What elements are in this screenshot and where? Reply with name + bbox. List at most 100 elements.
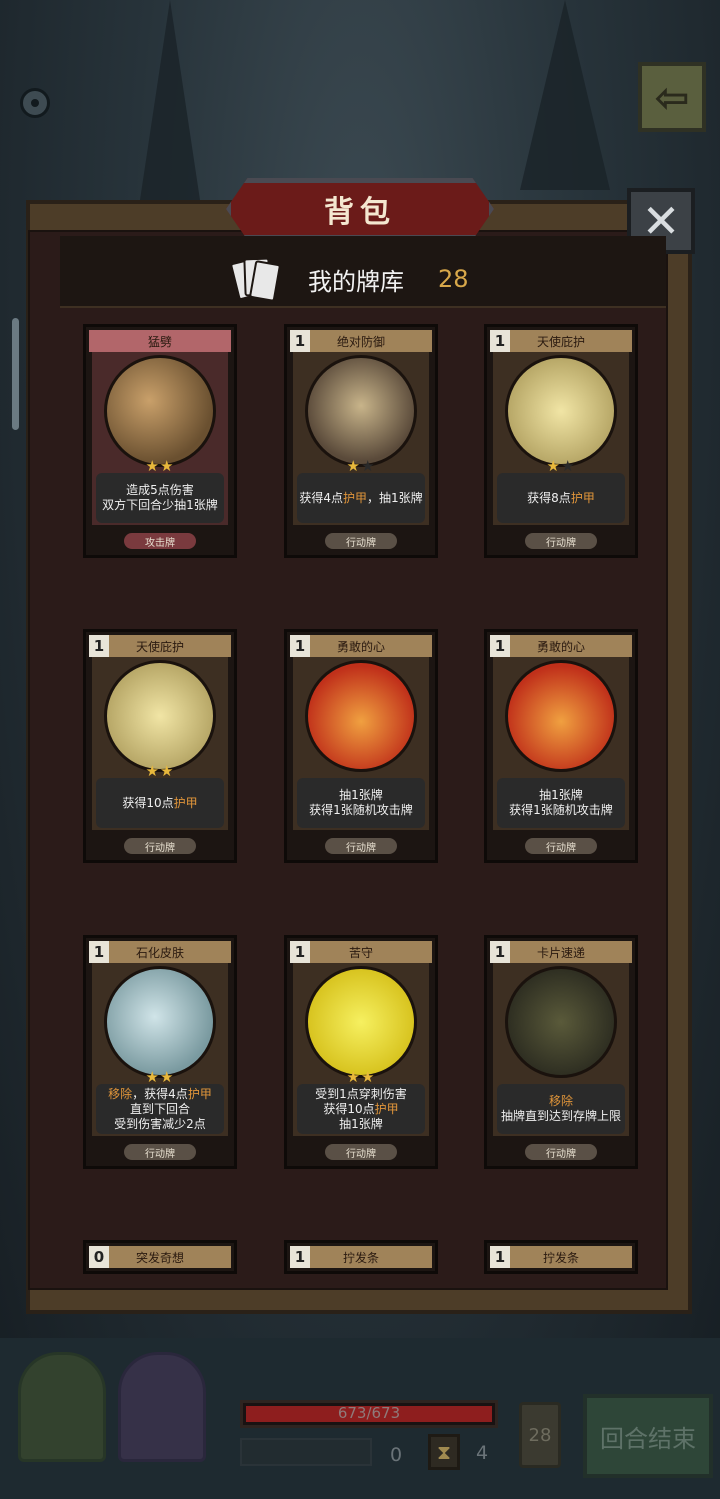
card-description: 抽1张牌 获得1张随机攻击牌 (297, 778, 425, 828)
card-cost: 1 (290, 941, 310, 963)
card-description-line: 抽1张牌 (539, 788, 583, 802)
hourglass-icon: ⧗ (428, 1434, 460, 1470)
card-description-line: 获得1张随机攻击牌 (509, 803, 613, 817)
card-cost: 0 (89, 1246, 109, 1268)
card-description-line: 抽牌直到达到存牌上限 (500, 1109, 621, 1123)
card-title-bar: 天使庇护 (490, 330, 632, 352)
card-cost: 1 (290, 635, 310, 657)
draw-pile-button[interactable]: 28 (519, 1402, 561, 1468)
card-description-line: 获得8点护甲 (527, 490, 595, 505)
card-type-label: 行动牌 (124, 1144, 196, 1160)
card[interactable]: 苦守 1 ★★ 受到1点穿刺伤害 获得10点护甲 抽1张牌 行动牌 (284, 935, 438, 1169)
card-art (104, 966, 216, 1078)
card-description-line: 获得10点护甲 (323, 1101, 399, 1116)
card-description: 获得8点护甲 (497, 473, 625, 523)
card-title-bar: 勇敢的心 (490, 635, 632, 657)
card-cost: 1 (89, 635, 109, 657)
card-cost: 1 (290, 330, 310, 352)
card-art (505, 355, 617, 467)
card-cost: 1 (490, 635, 510, 657)
card-name: 卡片速递 (536, 945, 585, 960)
deck-count: 28 (438, 265, 469, 293)
card-type-label: 行动牌 (325, 838, 397, 854)
back-arrow-button[interactable]: ⇦ (638, 62, 706, 132)
card-description: 移除，获得4点护甲 直到下回合 受到伤害减少2点 (96, 1084, 224, 1134)
card-title-bar: 卡片速递 (490, 941, 632, 963)
card-title-bar: 石化皮肤 (89, 941, 231, 963)
card-type-label: 行动牌 (525, 533, 597, 549)
card[interactable]: 突发奇想 0 (83, 1240, 237, 1274)
card-description-line: 移除，获得4点护甲 (108, 1086, 212, 1101)
card[interactable]: 卡片速递 1 移除 抽牌直到达到存牌上限 行动牌 (484, 935, 638, 1169)
card-title-bar: 勇敢的心 (290, 635, 432, 657)
card[interactable]: 拧发条 1 (484, 1240, 638, 1274)
card-name: 勇敢的心 (336, 639, 385, 654)
card[interactable]: 绝对防御 1 ★★ 获得4点护甲，抽1张牌 行动牌 (284, 324, 438, 558)
card-title-bar: 绝对防御 (290, 330, 432, 352)
card-art (505, 660, 617, 772)
card-description-line: 双方下回合少抽1张牌 (102, 498, 218, 512)
side-scroll-indicator (12, 318, 19, 430)
card-description-line: 直到下回合 (129, 1101, 190, 1116)
card-description: 移除 抽牌直到达到存牌上限 (497, 1084, 625, 1134)
card[interactable]: 天使庇护 1 ★★ 获得8点护甲 行动牌 (484, 324, 638, 558)
card-title-bar: 猛劈 (89, 330, 231, 352)
card-title-bar: 拧发条 (490, 1246, 632, 1268)
card-name: 突发奇想 (135, 1250, 184, 1265)
card-art (305, 355, 417, 467)
panel-title-plate: 背包 (226, 178, 494, 240)
card-description: 受到1点穿刺伤害 获得10点护甲 抽1张牌 (297, 1084, 425, 1134)
card-description: 造成5点伤害 双方下回合少抽1张牌 (96, 473, 224, 523)
card[interactable]: 猛劈 ★★ 造成5点伤害 双方下回合少抽1张牌 攻击牌 (83, 324, 237, 558)
card-title-bar: 天使庇护 (89, 635, 231, 657)
card-type-label: 行动牌 (325, 1144, 397, 1160)
card[interactable]: 勇敢的心 1 抽1张牌 获得1张随机攻击牌 行动牌 (484, 629, 638, 863)
card-name: 拧发条 (542, 1250, 579, 1265)
draw-pile-count: 28 (528, 1424, 552, 1446)
deck-title: 我的牌库 (308, 268, 404, 296)
card-description-line: 受到1点穿刺伤害 (315, 1086, 407, 1101)
card-title-bar: 苦守 (290, 941, 432, 963)
settings-gear-icon[interactable] (20, 88, 50, 118)
card-description-line: 获得10点护甲 (122, 795, 198, 810)
card-type-label: 攻击牌 (124, 533, 196, 549)
hero-portrait-warrior[interactable] (18, 1352, 106, 1462)
card-description-line: 移除 (548, 1094, 573, 1108)
card-type-label: 行动牌 (325, 533, 397, 549)
turns-value: 4 (476, 1442, 489, 1464)
card-name: 天使庇护 (135, 639, 184, 654)
card[interactable]: 石化皮肤 1 ★★ 移除，获得4点护甲 直到下回合 受到伤害减少2点 行动牌 (83, 935, 237, 1169)
card-cost: 1 (490, 330, 510, 352)
end-turn-button[interactable]: 回合结束 (583, 1394, 713, 1478)
panel-title: 背包 (324, 195, 396, 230)
card-name: 天使庇护 (536, 334, 585, 349)
energy-value: 0 (390, 1444, 403, 1466)
cards-icon (229, 256, 282, 302)
card-art (505, 966, 617, 1078)
card-type-label: 行动牌 (124, 838, 196, 854)
card-description: 获得10点护甲 (96, 778, 224, 828)
card-description-line: 获得4点护甲，抽1张牌 (299, 490, 423, 505)
card-description-line: 获得1张随机攻击牌 (309, 803, 413, 817)
card[interactable]: 勇敢的心 1 抽1张牌 获得1张随机攻击牌 行动牌 (284, 629, 438, 863)
card-art (305, 966, 417, 1078)
card[interactable]: 拧发条 1 (284, 1240, 438, 1274)
card-description-line: 抽1张牌 (339, 788, 383, 802)
card-art (104, 355, 216, 467)
card[interactable]: 天使庇护 1 ★★ 获得10点护甲 行动牌 (83, 629, 237, 863)
card-name: 绝对防御 (336, 334, 385, 349)
card-description-line: 造成5点伤害 (126, 483, 194, 497)
card-name: 石化皮肤 (135, 945, 184, 960)
card-type-label: 行动牌 (525, 838, 597, 854)
hero-portrait-mage[interactable] (118, 1352, 206, 1462)
card-description: 获得4点护甲，抽1张牌 (297, 473, 425, 523)
end-turn-label: 回合结束 (600, 1424, 696, 1453)
card-cost: 1 (290, 1246, 310, 1268)
card-name: 苦守 (348, 945, 373, 960)
card-title-bar: 突发奇想 (89, 1246, 231, 1268)
card-title-bar: 拧发条 (290, 1246, 432, 1268)
card-name: 猛劈 (147, 334, 172, 349)
card-cost: 1 (89, 941, 109, 963)
card-description: 抽1张牌 获得1张随机攻击牌 (497, 778, 625, 828)
card-cost: 1 (490, 941, 510, 963)
